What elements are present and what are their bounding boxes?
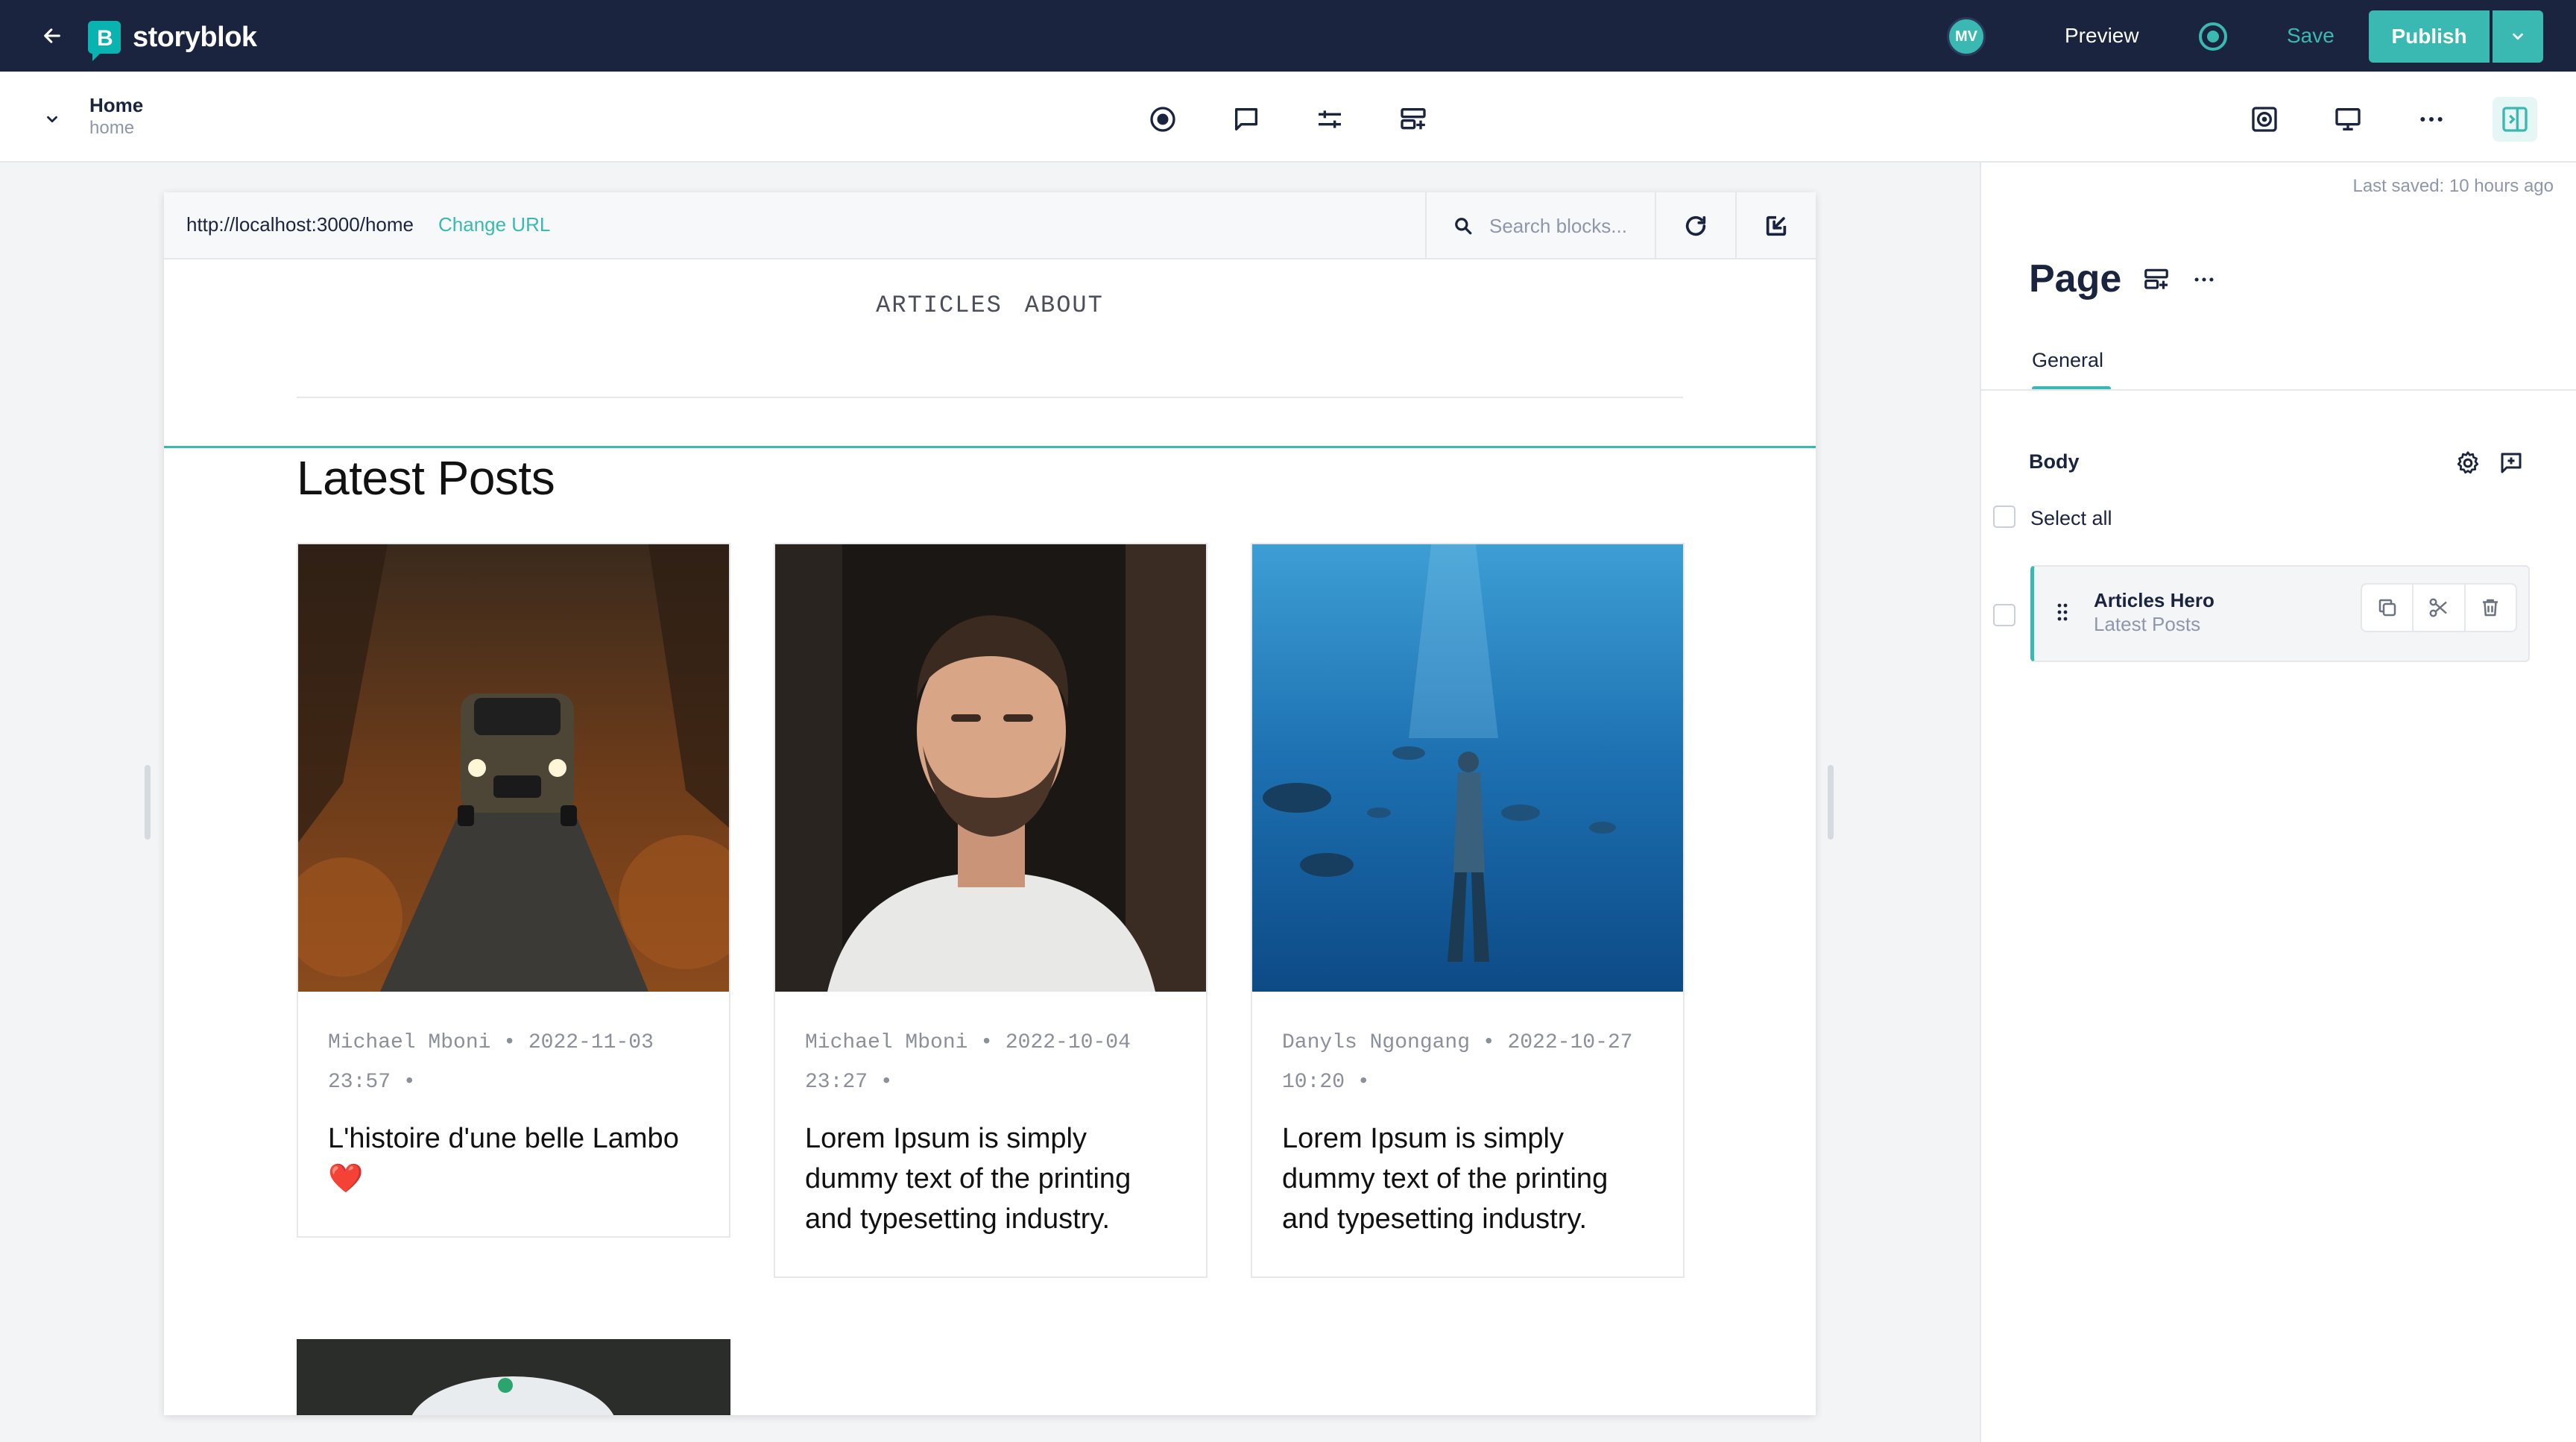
resize-handle-left[interactable] xyxy=(145,765,151,840)
screenshot-button[interactable] xyxy=(2242,97,2287,142)
story-name: Home xyxy=(89,94,144,116)
nested-block-item[interactable]: Articles Hero Latest Posts xyxy=(2030,565,2530,662)
more-options-button[interactable] xyxy=(2409,97,2454,142)
publish-options-button[interactable] xyxy=(2493,10,2543,63)
post-card[interactable]: Michael Mboni • 2022-10-04 23:27 • Lorem… xyxy=(774,543,1208,1278)
post-meta: Michael Mboni • 2022-10-04 23:27 • xyxy=(805,1031,1131,1094)
preview-url-bar: http://localhost:3000/home Change URL Se… xyxy=(164,192,1816,259)
save-button[interactable]: Save xyxy=(2287,24,2334,48)
storyblok-logo-mark: B xyxy=(88,21,121,61)
panel-more-button[interactable] xyxy=(2185,261,2223,298)
duplicate-block-button[interactable] xyxy=(2362,585,2414,631)
post-image-car xyxy=(298,544,729,992)
external-link-icon xyxy=(1766,215,1787,236)
block-actions xyxy=(2361,583,2517,632)
heart-emoji: ❤️ xyxy=(328,1163,364,1194)
search-blocks-placeholder: Search blocks... xyxy=(1489,214,1627,237)
user-avatar[interactable]: MV xyxy=(1947,17,1986,56)
nav-divider xyxy=(297,397,1683,398)
post-card-partial[interactable] xyxy=(297,1339,730,1415)
settings-sliders-button[interactable] xyxy=(1307,97,1352,142)
copy-icon xyxy=(2378,599,2396,617)
post-card[interactable]: Danyls Ngongang • 2022-10-27 10:20 • Lor… xyxy=(1251,543,1685,1278)
block-schema-button[interactable] xyxy=(2138,261,2175,298)
post-card[interactable]: Michael Mboni • 2022-11-03 23:57 • L'his… xyxy=(297,543,730,1238)
story-dropdown-button[interactable] xyxy=(39,106,66,133)
block-subtitle: Latest Posts xyxy=(2094,613,2201,635)
more-icon xyxy=(2194,277,2214,282)
post-meta: Danyls Ngongang • 2022-10-27 10:20 • xyxy=(1282,1031,1633,1094)
select-all-checkbox[interactable] xyxy=(1993,506,2015,528)
tabs-divider xyxy=(1981,389,2576,391)
post-title: Lorem Ipsum is simply dummy text of the … xyxy=(1282,1123,1609,1235)
chevron-down-icon xyxy=(2513,33,2523,40)
sliders-icon xyxy=(1319,110,1341,128)
post-image-underwater xyxy=(1252,544,1683,992)
preview-button[interactable]: Preview xyxy=(2065,24,2139,48)
post-image-portrait xyxy=(775,544,1206,992)
story-slug: home xyxy=(89,118,135,138)
body-field-label: Body xyxy=(2029,450,2080,473)
svg-text:B: B xyxy=(97,26,113,51)
nav-link-about[interactable]: ABOUT xyxy=(1025,284,1104,319)
drag-handle-icon[interactable] xyxy=(2056,602,2068,622)
device-preview-button[interactable] xyxy=(2326,97,2370,142)
back-button[interactable] xyxy=(33,16,72,55)
logo-text: storyblok xyxy=(133,21,257,53)
preview-frame: http://localhost:3000/home Change URL Se… xyxy=(164,192,1816,1415)
preview-url: http://localhost:3000/home xyxy=(186,213,414,236)
comment-icon xyxy=(1235,108,1257,130)
add-comment-icon xyxy=(2501,453,2522,473)
tab-general[interactable]: General xyxy=(2032,349,2103,372)
block-editor-panel: Last saved: 10 hours ago Page General Bo… xyxy=(1980,163,2576,1442)
search-icon xyxy=(1455,218,1472,235)
nav-link-articles[interactable]: ARTICLES xyxy=(876,284,1003,319)
block-highlight-outline xyxy=(164,446,1816,448)
post-title: Lorem Ipsum is simply dummy text of the … xyxy=(805,1123,1131,1235)
insert-block-button[interactable] xyxy=(2493,444,2530,482)
resize-handle-right[interactable] xyxy=(1828,765,1834,840)
reload-button[interactable] xyxy=(1655,192,1735,259)
sidebar-toggle-icon xyxy=(2502,107,2528,132)
editor-toolbar: Home home xyxy=(0,72,2576,163)
scissors-icon xyxy=(2429,598,2447,617)
body-field-settings-button[interactable] xyxy=(2449,444,2487,482)
gear-icon xyxy=(2457,451,2479,474)
block-checkbox[interactable] xyxy=(1993,604,2015,626)
top-bar: B storyblok MV Preview Save Publish xyxy=(0,0,2576,72)
last-saved-text: Last saved: 10 hours ago xyxy=(2352,176,2554,196)
trash-icon xyxy=(2483,599,2498,617)
chevron-down-icon xyxy=(47,116,57,123)
site-navigation: ARTICLES ABOUT xyxy=(164,259,1816,343)
add-block-icon xyxy=(1401,108,1426,130)
screenshot-icon xyxy=(2252,107,2277,132)
target-button[interactable] xyxy=(1140,97,1185,142)
post-meta: Michael Mboni • 2022-11-03 23:57 • xyxy=(328,1031,654,1094)
select-all-label[interactable]: Select all xyxy=(2030,507,2112,530)
change-url-link[interactable]: Change URL xyxy=(438,213,550,236)
publish-status-icon[interactable] xyxy=(2199,22,2227,51)
refresh-icon xyxy=(1685,215,1706,236)
toggle-sidebar-button[interactable] xyxy=(2493,97,2537,142)
search-blocks-input[interactable]: Search blocks... xyxy=(1425,192,1655,259)
target-icon xyxy=(1150,107,1175,132)
comments-button[interactable] xyxy=(1224,97,1269,142)
add-block-icon xyxy=(2144,268,2168,289)
arrow-left-icon xyxy=(44,28,60,43)
post-title: L'histoire d'une belle Lambo ❤️ xyxy=(328,1123,679,1194)
block-name: Articles Hero xyxy=(2094,589,2214,611)
delete-block-button[interactable] xyxy=(2466,585,2516,631)
desktop-icon xyxy=(2335,108,2361,130)
open-external-button[interactable] xyxy=(1735,192,1816,259)
more-icon xyxy=(2420,117,2443,122)
storyblok-logo[interactable]: B storyblok xyxy=(88,19,257,61)
latest-posts-heading[interactable]: Latest Posts xyxy=(297,450,555,506)
publish-button[interactable]: Publish xyxy=(2369,10,2490,63)
cut-block-button[interactable] xyxy=(2414,585,2466,631)
add-block-button[interactable] xyxy=(1391,97,1436,142)
content-type-title: Page xyxy=(2029,257,2122,300)
